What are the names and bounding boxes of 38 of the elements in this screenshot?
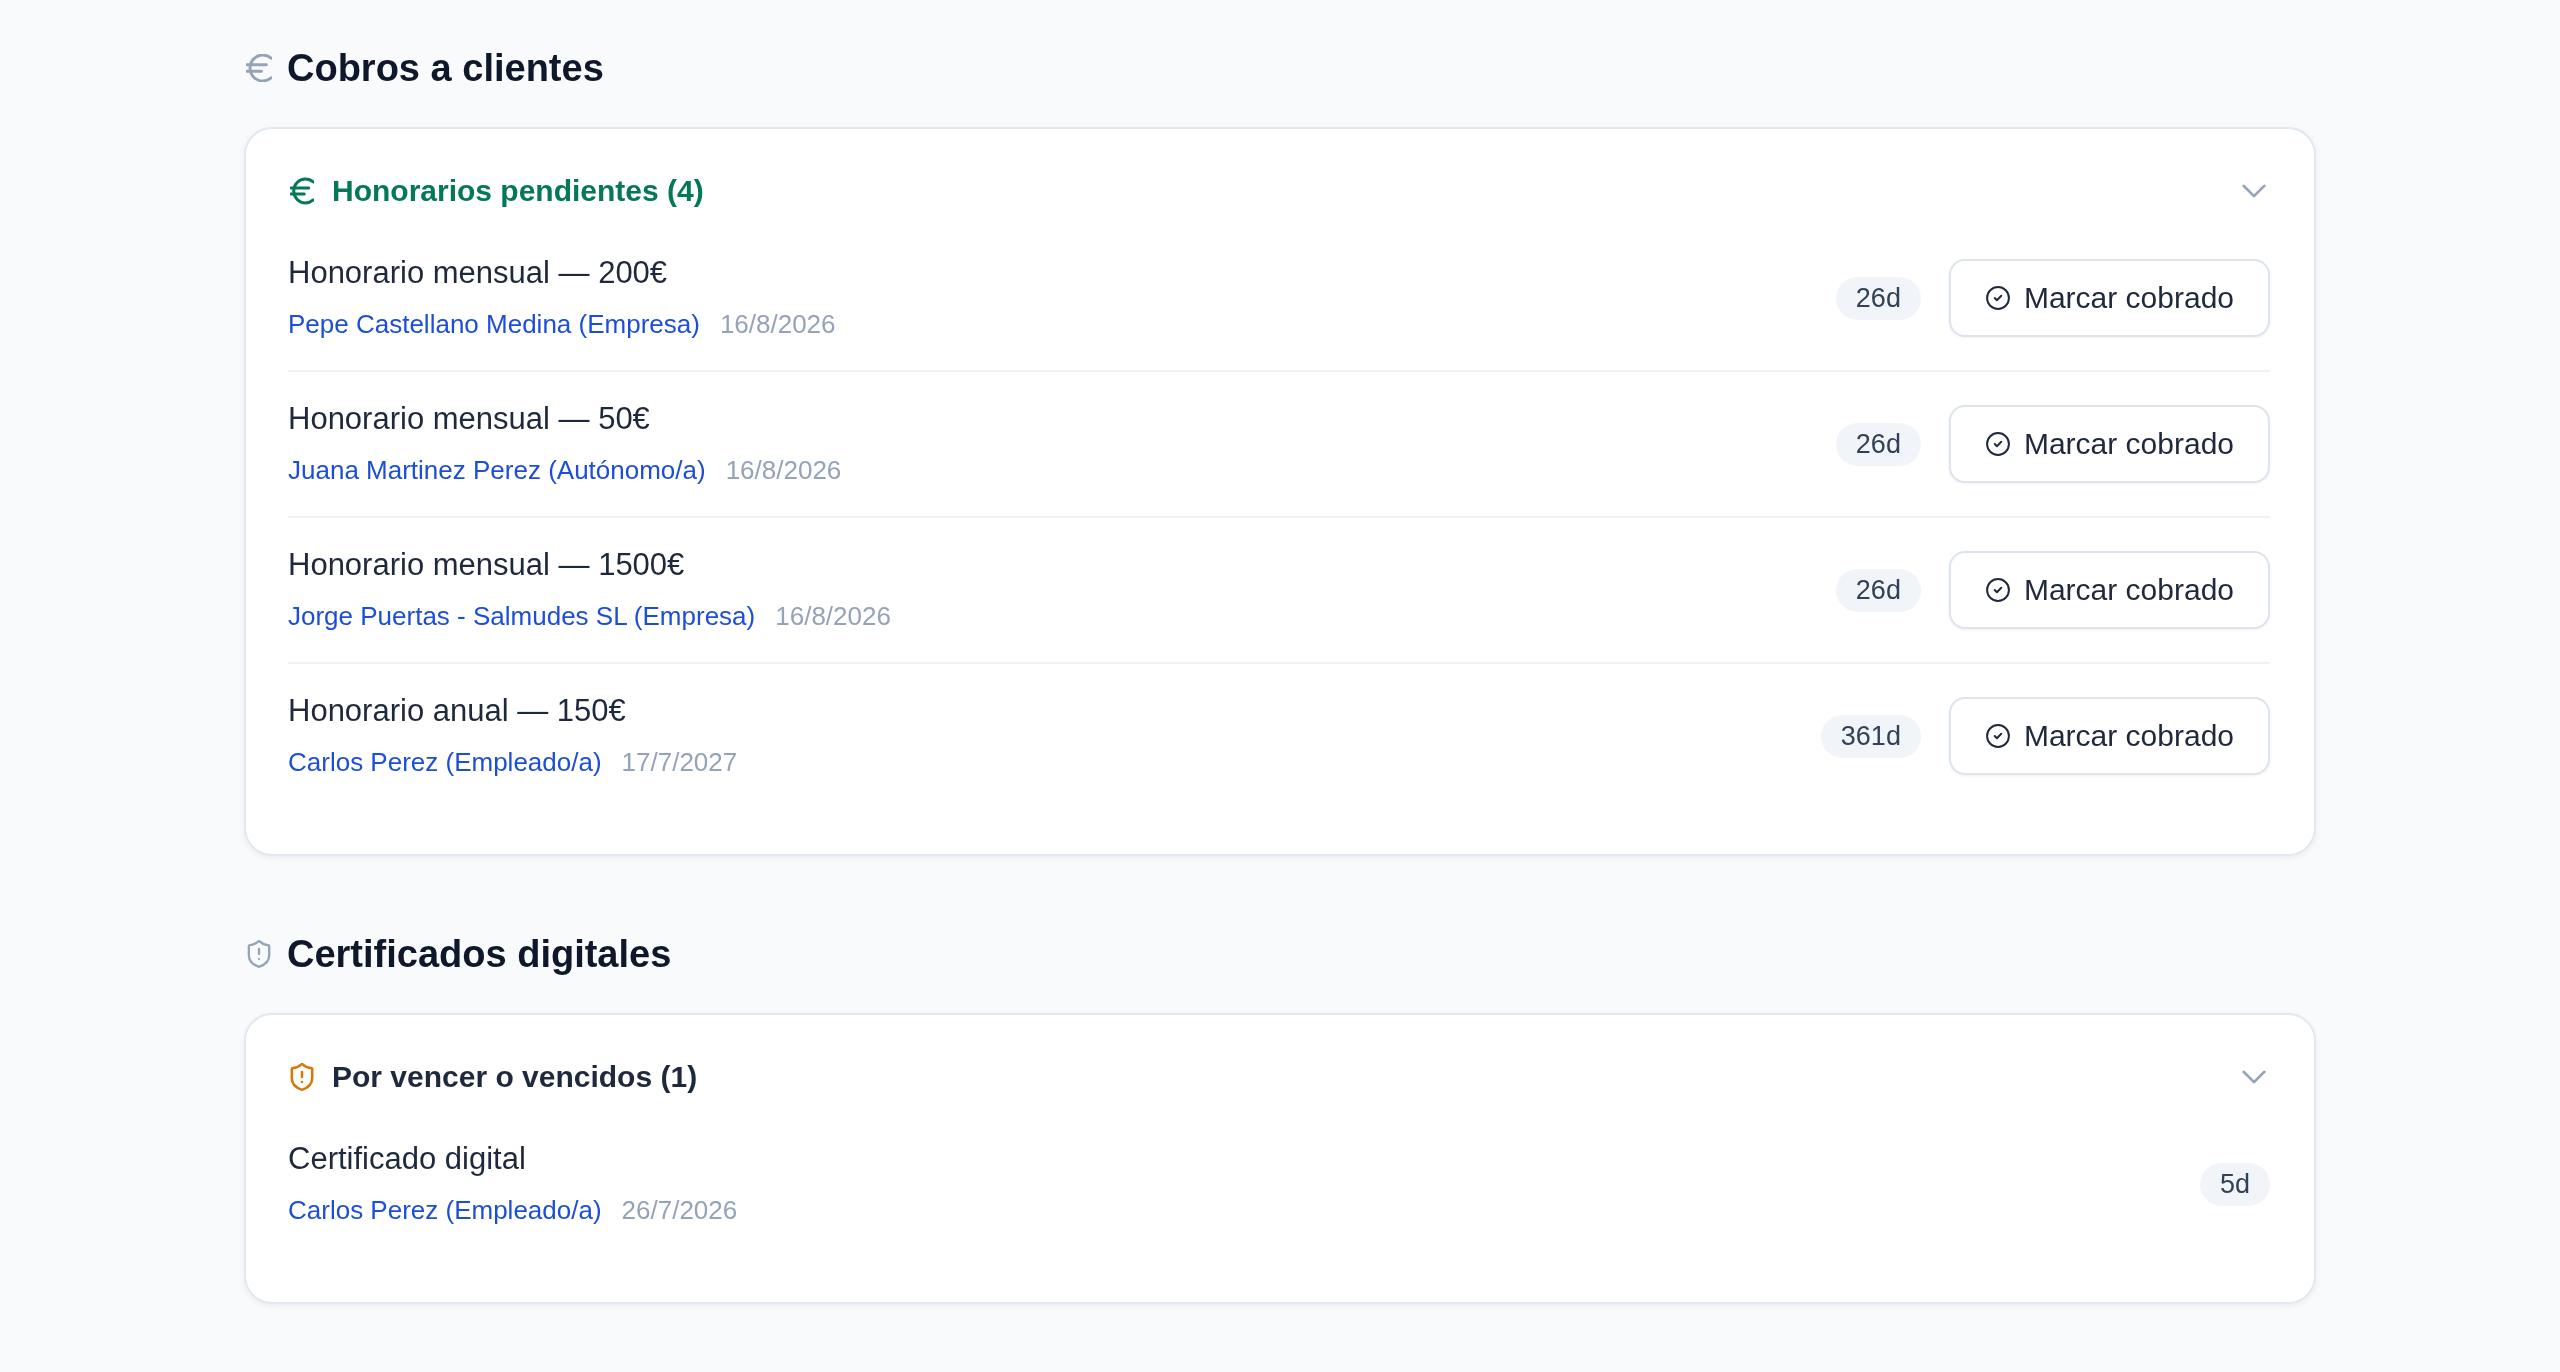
client-link[interactable]: Jorge Puertas - Salmudes SL (Empresa) xyxy=(288,597,756,635)
group-title: Por vencer o vencidos (1) xyxy=(332,1059,699,1095)
item-title: Certificado digital xyxy=(288,1140,527,1178)
euro-icon xyxy=(246,54,272,82)
days-left-badge: 361d xyxy=(1820,714,1921,758)
check-circle-icon xyxy=(1985,578,2010,602)
mark-paid-button[interactable]: Marcar cobrado xyxy=(1948,259,2270,337)
mark-paid-button[interactable]: Marcar cobrado xyxy=(1948,405,2270,483)
client-link[interactable]: Pepe Castellano Medina (Empresa) xyxy=(288,305,700,343)
mark-paid-button[interactable]: Marcar cobrado xyxy=(1948,697,2270,775)
chevron-down-icon[interactable] xyxy=(2242,184,2266,198)
section-title: Cobros a clientes xyxy=(287,46,604,91)
due-date: 16/8/2026 xyxy=(725,454,842,487)
days-left-badge: 26d xyxy=(1835,422,1921,466)
due-date: 16/8/2026 xyxy=(719,308,836,341)
days-left-badge: 5d xyxy=(2199,1162,2270,1206)
client-link[interactable]: Carlos Perez (Empleado/a) xyxy=(288,1191,602,1229)
days-left-badge: 26d xyxy=(1835,568,1921,612)
due-date: 16/8/2026 xyxy=(775,600,891,633)
shield-alert-icon xyxy=(246,940,272,968)
days-left-badge: 26d xyxy=(1835,276,1921,320)
section-title: Certificados digitales xyxy=(287,932,672,977)
due-date: 17/7/2027 xyxy=(621,746,738,779)
client-link[interactable]: Juana Martinez Perez (Autónomo/a) xyxy=(288,451,706,489)
shield-alert-icon xyxy=(290,1063,314,1091)
check-circle-icon xyxy=(1985,286,2010,310)
item-title: Honorario mensual — 200€ xyxy=(288,254,669,292)
check-circle-icon xyxy=(1985,432,2010,456)
item-title: Honorario mensual — 50€ xyxy=(288,400,651,438)
client-link[interactable]: Carlos Perez (Empleado/a) xyxy=(288,743,602,781)
group-title: Honorarios pendientes (4) xyxy=(332,173,705,209)
mark-paid-button[interactable]: Marcar cobrado xyxy=(1948,551,2270,629)
item-title: Honorario mensual — 1500€ xyxy=(288,546,686,584)
item-title: Honorario anual — 150€ xyxy=(288,692,627,730)
euro-icon xyxy=(290,177,314,205)
chevron-down-icon[interactable] xyxy=(2242,1070,2266,1084)
check-circle-icon xyxy=(1985,724,2010,748)
due-date: 26/7/2026 xyxy=(621,1194,738,1227)
